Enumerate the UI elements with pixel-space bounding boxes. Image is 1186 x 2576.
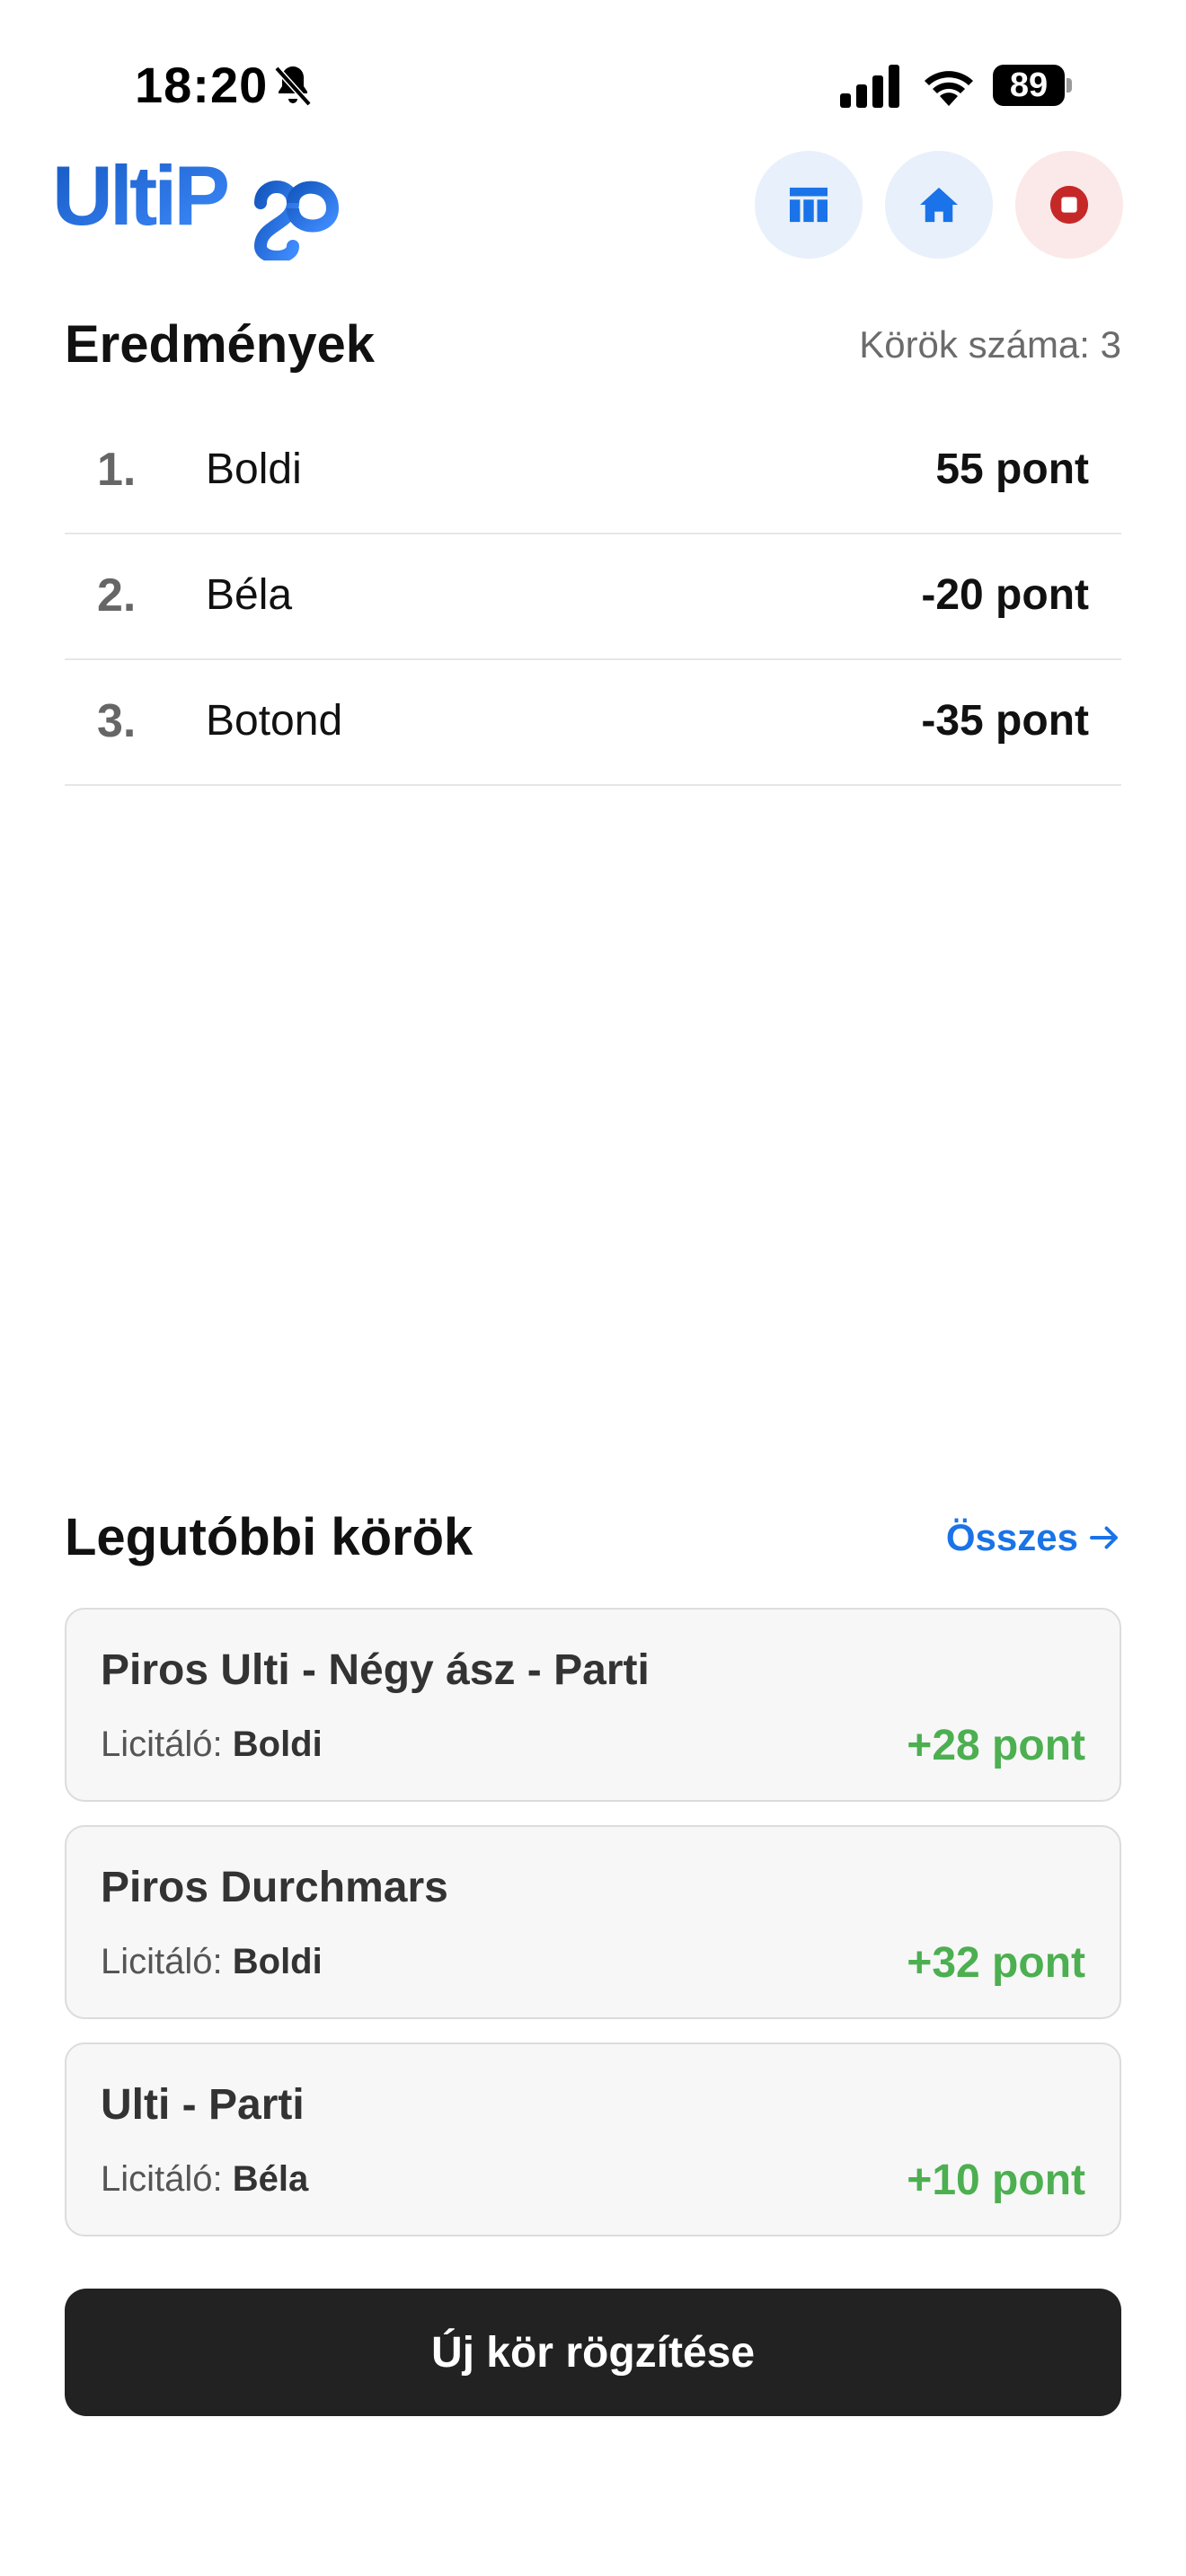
round-name: Piros Ulti - Négy ász - Parti <box>101 1646 650 1694</box>
bidder-label: Licitáló: <box>101 1942 223 1981</box>
all-rounds-link[interactable]: Összes <box>946 1516 1121 1559</box>
status-time: 18:20 <box>135 57 269 113</box>
player-points: 55 pont <box>935 446 1089 493</box>
stop-game-button[interactable] <box>1015 151 1123 259</box>
bidder-name: Boldi <box>232 1942 323 1981</box>
round-bidder: Licitáló: Béla <box>101 2159 308 2200</box>
battery-level: 89 <box>993 65 1065 106</box>
battery-icon: 89 <box>993 65 1074 108</box>
round-bidder: Licitáló: Boldi <box>101 1942 323 1982</box>
all-rounds-label: Összes <box>945 1516 1078 1558</box>
bidder-name: Boldi <box>232 1725 323 1764</box>
player-name: Boldi <box>206 446 302 493</box>
round-points: +10 pont <box>907 2157 1085 2204</box>
new-round-button[interactable]: Új kör rögzítése <box>65 2289 1121 2416</box>
rounds-count: Körök száma: 3 <box>859 323 1121 366</box>
round-card[interactable]: Ulti - Parti Licitáló: Béla +10 pont <box>65 2042 1121 2236</box>
svg-text:UltiP: UltiP <box>52 153 227 243</box>
player-points: -20 pont <box>921 571 1089 619</box>
results-list: 1. Boldi 55 pont 2. Béla -20 pont 3. Bot… <box>65 409 1121 786</box>
rank: 2. <box>97 569 137 622</box>
bidder-label: Licitáló: <box>101 2159 223 2199</box>
status-bar: 18:20 89 <box>0 0 1186 144</box>
result-row: 1. Boldi 55 pont <box>65 409 1121 534</box>
result-row: 3. Botond -35 pont <box>65 660 1121 786</box>
recent-rounds-title: Legutóbbi körök <box>65 1508 474 1566</box>
round-card[interactable]: Piros Ulti - Négy ász - Parti Licitáló: … <box>65 1608 1121 1802</box>
rank: 1. <box>97 444 137 496</box>
app-logo: UltiP <box>52 153 340 260</box>
player-points: -35 pont <box>921 697 1089 745</box>
signal-icon <box>840 65 899 108</box>
bidder-label: Licitáló: <box>101 1725 223 1764</box>
result-row: 2. Béla -20 pont <box>65 534 1121 660</box>
bidder-name: Béla <box>232 2159 309 2199</box>
wifi-icon <box>925 71 973 106</box>
round-points: +28 pont <box>907 1722 1085 1769</box>
stop-icon <box>1049 185 1089 225</box>
round-name: Ulti - Parti <box>101 2081 305 2129</box>
round-bidder: Licitáló: Boldi <box>101 1725 323 1765</box>
player-name: Botond <box>206 697 343 745</box>
home-icon <box>920 187 958 223</box>
table-button[interactable] <box>755 151 863 259</box>
round-card[interactable]: Piros Durchmars Licitáló: Boldi +32 pont <box>65 1825 1121 2019</box>
arrow-right-icon <box>1090 1526 1118 1549</box>
rank: 3. <box>97 695 137 747</box>
home-button[interactable] <box>885 151 993 259</box>
bell-slash-icon <box>274 66 312 107</box>
results-title: Eredmények <box>65 315 375 374</box>
table-icon <box>790 187 828 223</box>
round-points: +32 pont <box>907 1939 1085 1987</box>
player-name: Béla <box>206 571 293 619</box>
round-name: Piros Durchmars <box>101 1864 448 1911</box>
